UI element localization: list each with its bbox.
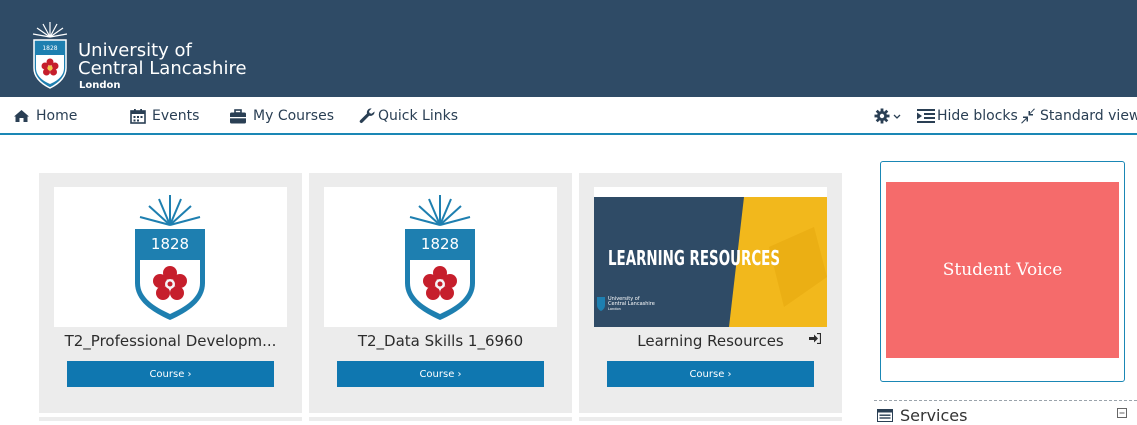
course-image[interactable]: LEARNING RESOURCES University of Central… — [594, 187, 827, 327]
student-voice-block: Student Voice — [880, 161, 1125, 382]
compress-icon — [1021, 108, 1035, 124]
nav-events-label: Events — [152, 108, 200, 124]
university-shield-logo[interactable]: 1828 — [31, 22, 69, 92]
course-image[interactable]: 1828 — [54, 187, 287, 327]
caret-down-icon — [893, 114, 901, 119]
nav-events[interactable]: Events — [130, 105, 199, 127]
university-shield-image: 1828 — [135, 195, 205, 320]
block-divider — [874, 400, 1137, 401]
services-title: Services — [900, 406, 968, 425]
svg-text:1828: 1828 — [421, 235, 459, 253]
hide-blocks-button[interactable]: Hide blocks — [917, 105, 1018, 127]
course-card[interactable]: LEARNING RESOURCES University of Central… — [579, 173, 842, 413]
student-voice-label: Student Voice — [942, 260, 1063, 280]
nav-my-courses[interactable]: My Courses — [229, 105, 334, 127]
course-card-next-row — [309, 417, 572, 421]
settings-menu[interactable] — [874, 105, 901, 127]
svg-text:1828: 1828 — [42, 45, 57, 52]
collapse-block-icon[interactable] — [1117, 408, 1127, 418]
svg-text:1828: 1828 — [151, 235, 189, 253]
course-image[interactable]: 1828 — [324, 187, 557, 327]
svg-text:LEARNING RESOURCES: LEARNING RESOURCES — [608, 246, 780, 270]
nav-home[interactable]: Home — [13, 105, 77, 127]
learning-resources-banner: LEARNING RESOURCES University of Central… — [594, 197, 827, 327]
gear-icon — [874, 108, 890, 124]
home-icon — [14, 110, 29, 122]
calendar-icon — [130, 109, 146, 124]
course-card[interactable]: 1828 T2_Data Skills 1_6960 Course › — [309, 173, 572, 413]
wrench-icon — [359, 108, 375, 123]
course-title[interactable]: Learning Resources — [579, 332, 842, 350]
standard-view-button[interactable]: Standard view — [1020, 105, 1137, 127]
indent-icon — [917, 109, 935, 123]
course-button[interactable]: Course › — [67, 361, 274, 387]
briefcase-icon — [230, 108, 246, 123]
university-name[interactable]: University of Central Lancashire — [78, 42, 247, 78]
hide-blocks-label: Hide blocks — [937, 108, 1018, 124]
nav-quick-links-label: Quick Links — [378, 108, 459, 124]
course-title[interactable]: T2_Professional Developm... — [39, 332, 302, 350]
course-button[interactable]: Course › — [337, 361, 544, 387]
university-location: London — [79, 80, 121, 91]
services-block-header[interactable]: Services — [877, 406, 967, 425]
course-card-next-row — [39, 417, 302, 421]
university-shield-image: 1828 — [405, 195, 475, 320]
course-card-next-row — [579, 417, 842, 421]
standard-view-label: Standard view — [1040, 108, 1137, 124]
course-button[interactable]: Course › — [607, 361, 814, 387]
nav-my-courses-label: My Courses — [253, 108, 334, 124]
list-icon — [877, 409, 893, 422]
site-header: 1828 University of Central Lancashire Lo… — [0, 0, 1137, 97]
university-name-line2: Central Lancashire — [78, 58, 247, 79]
student-voice-link[interactable]: Student Voice — [886, 182, 1119, 358]
course-card[interactable]: 1828 T2_Professional Developm... Course … — [39, 173, 302, 413]
nav-quick-links[interactable]: Quick Links — [359, 105, 458, 127]
nav-home-label: Home — [36, 108, 78, 124]
primary-navigation: Home Events My Courses Quick Links Hide … — [0, 97, 1137, 135]
svg-text:London: London — [608, 307, 621, 311]
course-title[interactable]: T2_Data Skills 1_6960 — [309, 332, 572, 350]
